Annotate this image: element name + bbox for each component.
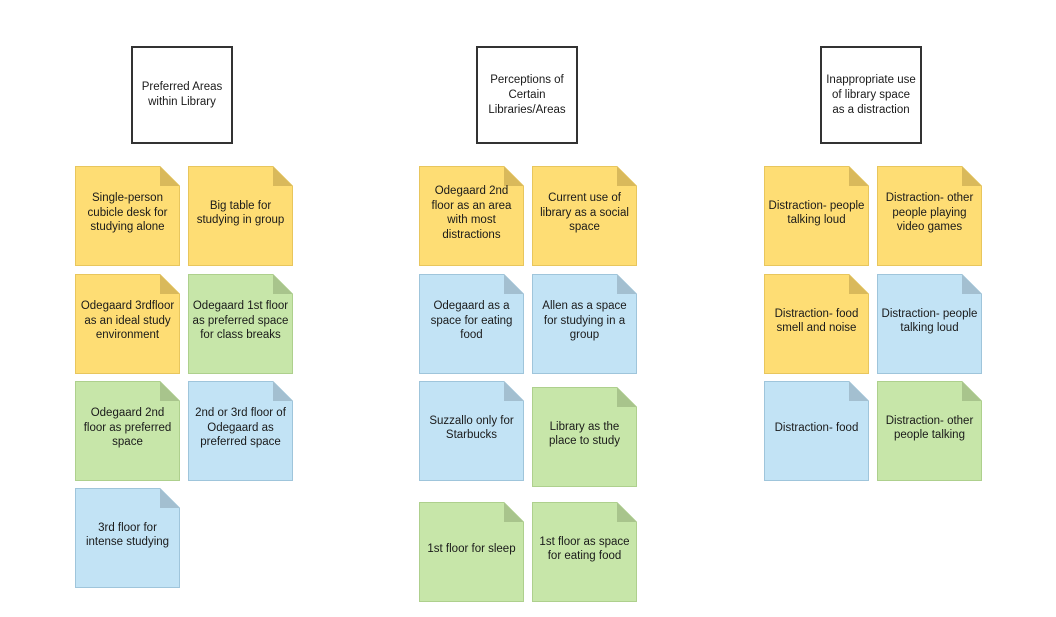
group-header-preferred-areas[interactable]: Preferred Areas within Library xyxy=(131,46,233,144)
note-text: Current use of library as a social space xyxy=(540,192,629,234)
sticky-note[interactable]: Single-person cubicle desk for studying … xyxy=(75,166,180,266)
note-fold-corner xyxy=(962,381,982,401)
note-text: Distraction- food xyxy=(774,421,859,434)
note-fold-corner xyxy=(617,387,637,407)
note-fold-corner xyxy=(849,274,869,294)
sticky-note[interactable]: Suzzallo only for Starbucks xyxy=(419,381,524,481)
note-text: Distraction- people talking loud xyxy=(881,307,978,335)
sticky-note[interactable]: Odegaard 1st floor as preferred space fo… xyxy=(188,274,293,374)
note-fold-corner xyxy=(160,166,180,186)
group-header-perceptions[interactable]: Perceptions of Certain Libraries/Areas xyxy=(476,46,578,144)
note-text: Distraction- other people playing video … xyxy=(885,192,974,234)
sticky-note[interactable]: Distraction- other people playing video … xyxy=(877,166,982,266)
note-text: Big table for studying in group xyxy=(196,199,285,227)
group-title: Preferred Areas within Library xyxy=(141,81,223,108)
group-header-inappropriate-use[interactable]: Inappropriate use of library space as a … xyxy=(820,46,922,144)
sticky-note[interactable]: Distraction- food smell and noise xyxy=(764,274,869,374)
note-text: Odegaard 3rdfloor as an ideal study envi… xyxy=(80,300,175,342)
sticky-note[interactable]: Odegaard 2nd floor as preferred space xyxy=(75,381,180,481)
sticky-note[interactable]: Odegaard 2nd floor as an area with most … xyxy=(419,166,524,266)
note-text: Odegaard as a space for eating food xyxy=(430,300,513,342)
sticky-note[interactable]: Odegaard as a space for eating food xyxy=(419,274,524,374)
sticky-note[interactable]: Distraction- food xyxy=(764,381,869,481)
note-fold-corner xyxy=(504,274,524,294)
note-text: Odegaard 2nd floor as an area with most … xyxy=(431,185,512,241)
note-text: Single-person cubicle desk for studying … xyxy=(87,192,168,234)
note-fold-corner xyxy=(849,381,869,401)
group-title: Inappropriate use of library space as a … xyxy=(826,73,916,116)
note-fold-corner xyxy=(273,381,293,401)
note-text: Distraction- people talking loud xyxy=(768,199,865,227)
sticky-note[interactable]: Distraction- people talking loud xyxy=(764,166,869,266)
sticky-note[interactable]: 1st floor for sleep xyxy=(419,502,524,602)
note-text: 2nd or 3rd floor of Odegaard as preferre… xyxy=(195,407,286,449)
sticky-note[interactable]: Library as the place to study xyxy=(532,387,637,487)
note-text: Suzzallo only for Starbucks xyxy=(429,414,514,442)
group-title: Perceptions of Certain Libraries/Areas xyxy=(488,73,566,116)
note-text: 3rd floor for intense studying xyxy=(85,521,170,549)
note-fold-corner xyxy=(504,381,524,401)
sticky-note[interactable]: Distraction- other people talking xyxy=(877,381,982,481)
sticky-note[interactable]: Distraction- people talking loud xyxy=(877,274,982,374)
note-fold-corner xyxy=(504,502,524,522)
note-fold-corner xyxy=(617,274,637,294)
note-fold-corner xyxy=(617,502,637,522)
sticky-note[interactable]: Allen as a space for studying in a group xyxy=(532,274,637,374)
sticky-note[interactable]: 2nd or 3rd floor of Odegaard as preferre… xyxy=(188,381,293,481)
note-text: Odegaard 1st floor as preferred space fo… xyxy=(192,300,289,342)
note-fold-corner xyxy=(962,274,982,294)
note-text: Odegaard 2nd floor as preferred space xyxy=(83,407,172,449)
sticky-note[interactable]: 3rd floor for intense studying xyxy=(75,488,180,588)
note-text: 1st floor as space for eating food xyxy=(539,535,630,563)
note-text: Library as the place to study xyxy=(549,420,620,448)
note-text: 1st floor for sleep xyxy=(427,542,516,555)
sticky-note[interactable]: Odegaard 3rdfloor as an ideal study envi… xyxy=(75,274,180,374)
note-fold-corner xyxy=(273,274,293,294)
sticky-note[interactable]: Big table for studying in group xyxy=(188,166,293,266)
note-text: Distraction- other people talking xyxy=(885,414,974,442)
note-text: Distraction- food smell and noise xyxy=(774,307,859,335)
sticky-note[interactable]: Current use of library as a social space xyxy=(532,166,637,266)
note-text: Allen as a space for studying in a group xyxy=(542,300,627,342)
sticky-note[interactable]: 1st floor as space for eating food xyxy=(532,502,637,602)
